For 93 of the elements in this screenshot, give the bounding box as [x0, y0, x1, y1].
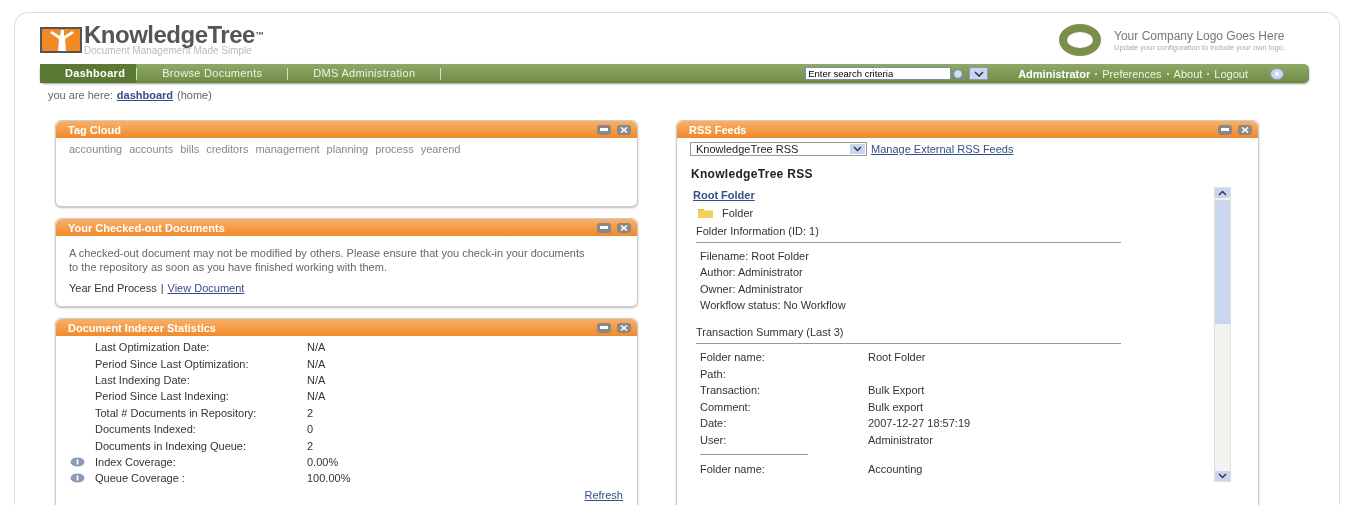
document-name: Year End Process	[69, 282, 157, 294]
stat-value: N/A	[307, 357, 326, 370]
nav-tab[interactable]: Browse Documents	[137, 64, 288, 83]
field-label: Date:	[700, 416, 728, 432]
breadcrumb-label: you are here:	[48, 89, 113, 101]
nav-tab[interactable]: DMS Administration	[288, 64, 441, 83]
stat-label: Period Since Last Optimization:	[95, 357, 250, 370]
stat-value: 2	[307, 439, 314, 452]
minimize-button[interactable]	[597, 124, 611, 135]
search-field[interactable]: Enter search criteria	[805, 67, 952, 80]
minimize-button[interactable]	[597, 322, 611, 333]
stat-value: 0	[307, 423, 314, 436]
logo-subtitle: Document Management Made Simple	[84, 46, 252, 56]
field-label: Path:	[700, 366, 727, 382]
stat-label: Total # Documents in Repository:	[95, 406, 258, 419]
stat-label: Last Optimization Date:	[95, 341, 211, 354]
field-value: 2007-12-27 18:57:19	[868, 416, 971, 432]
stat-value: 100.00%	[307, 472, 351, 485]
info-paragraph: A checked-out document may not be modified by others. Please ensure that you check-in your documents to the repository as soon as you have finished working with them.	[69, 246, 586, 274]
stat-value: 2	[307, 406, 314, 419]
detail-text: Workflow status: No Workflow	[700, 297, 847, 313]
item-type: Folder	[722, 207, 754, 219]
close-button[interactable]	[617, 322, 631, 333]
feed-title: KnowledgeTree RSS	[691, 167, 814, 181]
dashlet-title: Document Indexer Statistics	[68, 321, 216, 334]
stat-label: Documents in Indexing Queue:	[95, 439, 248, 452]
tag-link[interactable]: creditors	[206, 143, 249, 155]
nav-link[interactable]: About	[1173, 67, 1203, 80]
dashlet-title: Your Checked-out Documents	[68, 221, 225, 234]
field-label: Folder name:	[700, 350, 766, 366]
tree-logo-icon	[40, 27, 82, 53]
stat-label: Index Coverage:	[95, 455, 177, 468]
stat-value: 0.00%	[307, 455, 339, 468]
close-button[interactable]	[1238, 124, 1252, 135]
help-icon[interactable]	[1270, 67, 1284, 80]
breadcrumb-suffix: (home)	[177, 89, 212, 101]
minimize-button[interactable]	[597, 222, 611, 233]
caret-icon	[853, 146, 862, 152]
field-label: Transaction:	[700, 383, 762, 399]
nav-tab[interactable]: Dashboard	[40, 64, 137, 83]
caret-icon	[973, 70, 984, 77]
nav-link[interactable]: Preferences	[1102, 67, 1162, 80]
dropdown-button[interactable]	[969, 67, 989, 80]
stat-value: N/A	[307, 390, 326, 403]
folder-icon	[698, 208, 713, 218]
scroll-up-icon[interactable]	[1218, 190, 1227, 196]
user-name[interactable]: Administrator	[1018, 67, 1091, 80]
stat-label: Queue Coverage :	[95, 472, 186, 485]
tag-link[interactable]: bills	[180, 143, 200, 155]
field-value: Accounting	[868, 462, 923, 478]
separator-text: |	[160, 282, 164, 294]
tag-link[interactable]: accounting	[69, 143, 123, 155]
tag-link[interactable]: accounts	[129, 143, 174, 155]
refresh-link[interactable]: Refresh	[584, 488, 623, 501]
tag-link[interactable]: planning	[326, 143, 369, 155]
stat-label: Documents Indexed:	[95, 423, 197, 436]
minimize-button[interactable]	[1218, 124, 1232, 135]
stat-label: Period Since Last Indexing:	[95, 390, 230, 403]
stat-label: Last Indexing Date:	[95, 373, 191, 386]
field-label: Folder name:	[700, 462, 766, 478]
view-document-link[interactable]: View Document	[167, 282, 245, 294]
tag-link[interactable]: process	[375, 143, 414, 155]
feed-select[interactable]: KnowledgeTree RSS	[690, 142, 867, 156]
close-button[interactable]	[617, 124, 631, 135]
stat-value: N/A	[307, 373, 326, 386]
field-value: Administrator	[868, 432, 933, 448]
tag-link[interactable]: yearend	[420, 143, 461, 155]
scroll-down-icon[interactable]	[1218, 473, 1227, 479]
field-value: Bulk export	[868, 399, 924, 415]
field-value: Bulk Export	[868, 383, 925, 399]
scrollbar[interactable]	[1214, 187, 1231, 482]
tag-link[interactable]: management	[255, 143, 320, 155]
close-button[interactable]	[617, 222, 631, 233]
nav-link[interactable]: Logout	[1214, 67, 1248, 80]
breadcrumb-link[interactable]: dashboard	[116, 89, 174, 101]
dashlet-title: RSS Feeds	[689, 123, 747, 136]
info-icon[interactable]	[70, 473, 85, 484]
field-value: Root Folder	[868, 350, 926, 366]
trademark-mark: ™	[254, 30, 264, 40]
detail-text: Owner: Administrator	[700, 281, 804, 297]
detail-text: Filename: Root Folder	[700, 249, 810, 264]
company-logo-title: Your Company Logo Goes Here	[1114, 28, 1285, 43]
manage-feeds-link[interactable]: Manage External RSS Feeds	[871, 143, 1014, 155]
info-icon[interactable]	[70, 456, 85, 467]
logo-title: KnowledgeTree	[84, 21, 255, 48]
section-heading: Transaction Summary (Last 3)	[696, 326, 845, 339]
dashlet-title: Tag Cloud	[68, 123, 121, 136]
detail-text: Author: Administrator	[700, 265, 804, 281]
section-heading: Folder Information (ID: 1)	[696, 225, 820, 237]
stat-value: N/A	[307, 341, 326, 354]
field-label: Comment:	[700, 399, 752, 415]
item-link[interactable]: Root Folder	[693, 189, 755, 201]
field-label: User:	[700, 432, 728, 448]
